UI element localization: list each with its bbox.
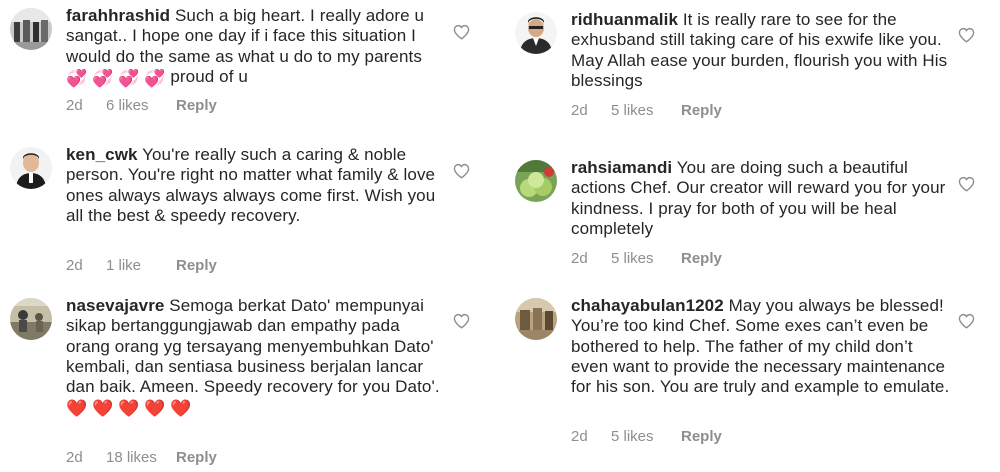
comments-column-left: farahhrashid Such a big heart. I really … bbox=[0, 0, 485, 472]
reply-button[interactable]: Reply bbox=[681, 428, 722, 445]
comment-likes-count[interactable]: 5 likes bbox=[611, 250, 681, 267]
reply-button[interactable]: Reply bbox=[176, 257, 217, 274]
heart-outline-icon[interactable] bbox=[958, 176, 975, 192]
comment-text: ken_cwk You're really such a caring & no… bbox=[66, 145, 446, 226]
comment-meta: 2d 5 likes Reply bbox=[571, 428, 722, 445]
avatar[interactable] bbox=[515, 160, 557, 202]
two-hearts-emoji: 💞 💞 💞 💞 bbox=[66, 68, 166, 88]
comment-likes-count[interactable]: 5 likes bbox=[611, 102, 681, 119]
comment-timestamp[interactable]: 2d bbox=[571, 250, 611, 267]
comment-username[interactable]: rahsiamandi bbox=[571, 158, 672, 177]
comment-meta: 2d 1 like Reply bbox=[66, 257, 217, 274]
comment-text: rahsiamandi You are doing such a beautif… bbox=[571, 158, 951, 239]
comment-username[interactable]: chahayabulan1202 bbox=[571, 296, 724, 315]
comment-timestamp[interactable]: 2d bbox=[66, 97, 106, 114]
comment-text: nasevajavre Semoga berkat Dato' mempunya… bbox=[66, 296, 446, 420]
comment-timestamp[interactable]: 2d bbox=[571, 428, 611, 445]
comment-meta: 2d 6 likes Reply bbox=[66, 97, 217, 114]
comment-text: farahhrashid Such a big heart. I really … bbox=[66, 6, 446, 89]
avatar[interactable] bbox=[10, 8, 52, 50]
reply-button[interactable]: Reply bbox=[681, 250, 722, 267]
heart-outline-icon[interactable] bbox=[453, 313, 470, 329]
comment-meta: 2d 5 likes Reply bbox=[571, 250, 722, 267]
comment-likes-count[interactable]: 18 likes bbox=[106, 449, 176, 466]
comment-timestamp[interactable]: 2d bbox=[66, 449, 106, 466]
heart-outline-icon[interactable] bbox=[453, 163, 470, 179]
comment-likes-count[interactable]: 6 likes bbox=[106, 97, 176, 114]
reply-button[interactable]: Reply bbox=[681, 102, 722, 119]
comment-body-end: proud of u bbox=[165, 66, 248, 86]
comment-likes-count[interactable]: 1 like bbox=[106, 257, 176, 274]
heart-outline-icon[interactable] bbox=[958, 313, 975, 329]
reply-button[interactable]: Reply bbox=[176, 449, 217, 466]
reply-button[interactable]: Reply bbox=[176, 97, 217, 114]
comment-username[interactable]: ridhuanmalik bbox=[571, 10, 678, 29]
comment-text: ridhuanmalik It is really rare to see fo… bbox=[571, 10, 951, 91]
comment-text: chahayabulan1202 May you always be bless… bbox=[571, 296, 951, 397]
red-heart-emoji: ❤️ ❤️ ❤️ ❤️ ❤️ bbox=[66, 399, 192, 419]
comment-timestamp[interactable]: 2d bbox=[66, 257, 106, 274]
heart-outline-icon[interactable] bbox=[453, 24, 470, 40]
comment-username[interactable]: ken_cwk bbox=[66, 145, 138, 164]
comments-column-right: ridhuanmalik It is really rare to see fo… bbox=[505, 0, 990, 472]
comment-meta: 2d 18 likes Reply bbox=[66, 449, 217, 466]
avatar[interactable] bbox=[10, 147, 52, 189]
avatar[interactable] bbox=[515, 12, 557, 54]
comment-meta: 2d 5 likes Reply bbox=[571, 102, 722, 119]
comment-likes-count[interactable]: 5 likes bbox=[611, 428, 681, 445]
comment-username[interactable]: farahhrashid bbox=[66, 6, 170, 25]
avatar[interactable] bbox=[515, 298, 557, 340]
heart-outline-icon[interactable] bbox=[958, 27, 975, 43]
avatar[interactable] bbox=[10, 298, 52, 340]
comment-username[interactable]: nasevajavre bbox=[66, 296, 164, 315]
comment-timestamp[interactable]: 2d bbox=[571, 102, 611, 119]
